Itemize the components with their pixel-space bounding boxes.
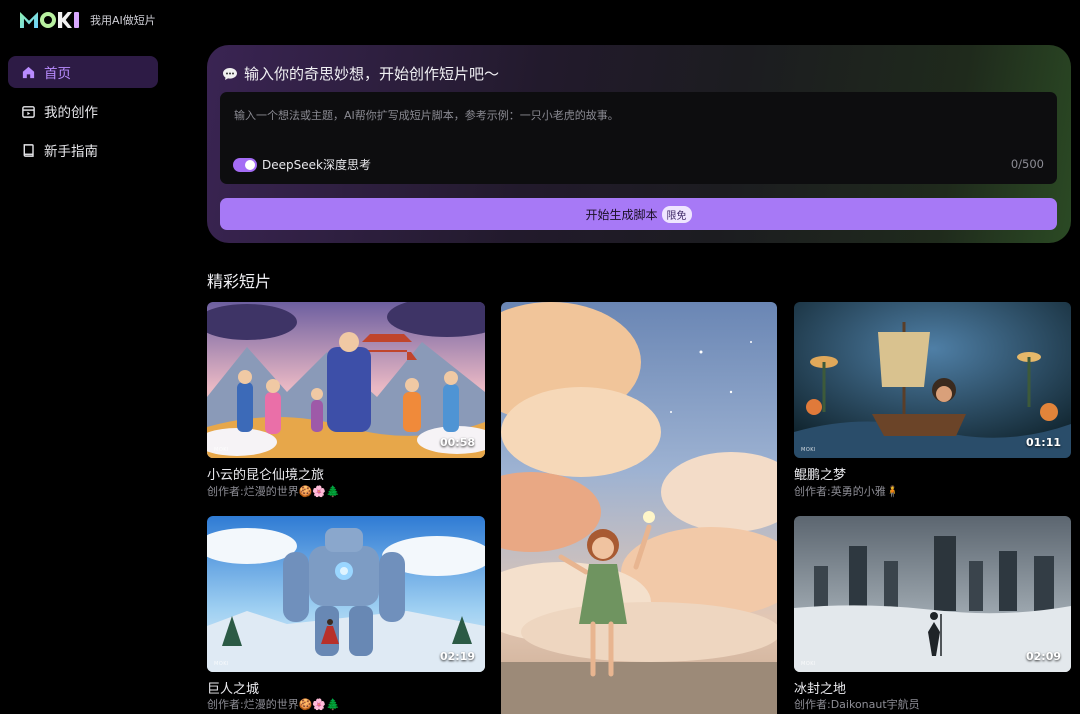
sidebar-item-label: 新手指南 bbox=[44, 144, 98, 160]
video-author[interactable]: 创作者:Daikonaut宇航员 bbox=[794, 696, 920, 712]
idea-input[interactable] bbox=[220, 92, 1057, 152]
creations-icon bbox=[21, 104, 36, 119]
video-thumbnail[interactable]: MOKI 01:11 bbox=[794, 302, 1071, 458]
section-title: 精彩短片 bbox=[207, 272, 272, 291]
generate-script-button[interactable]: 开始生成脚本 限免 bbox=[220, 198, 1057, 230]
sidebar-item-my-creations[interactable]: 我的创作 bbox=[8, 95, 158, 127]
video-thumbnail[interactable]: MOKI 02:19 bbox=[207, 516, 485, 672]
speech-bubble-icon bbox=[223, 67, 237, 80]
char-counter: 0/500 bbox=[1010, 157, 1044, 171]
video-card[interactable] bbox=[501, 302, 777, 714]
video-card[interactable]: MOKI 02:19 巨人之城 创作者:烂漫的世界🍪🌸🌲 bbox=[207, 516, 485, 714]
ship-reef-scene-image bbox=[794, 302, 1071, 458]
guide-book-icon bbox=[21, 143, 36, 158]
video-author[interactable]: 创作者:英勇的小雅🧍 bbox=[794, 483, 899, 499]
generate-button-label: 开始生成脚本 bbox=[585, 207, 658, 222]
prompt-card: 输入你的奇思妙想，开始创作短片吧～ DeepSeek深度思考 0/500 开始生… bbox=[207, 45, 1071, 243]
prompt-input-box: DeepSeek深度思考 0/500 bbox=[220, 92, 1057, 184]
free-badge: 限免 bbox=[661, 205, 692, 223]
video-thumbnail[interactable]: MOKI 00:58 bbox=[207, 302, 485, 458]
video-duration: 00:58 bbox=[439, 436, 475, 449]
deepseek-toggle[interactable]: DeepSeek深度思考 bbox=[233, 156, 371, 173]
video-title[interactable]: 冰封之地 bbox=[794, 678, 846, 697]
sidebar-item-guide[interactable]: 新手指南 bbox=[8, 134, 158, 166]
video-thumbnail[interactable]: MOKI 02:09 bbox=[794, 516, 1071, 672]
kunlun-scene-image bbox=[207, 302, 485, 458]
sidebar-item-label: 我的创作 bbox=[44, 105, 98, 121]
video-thumbnail[interactable] bbox=[501, 302, 777, 714]
girl-clouds-scene-image bbox=[501, 302, 777, 714]
video-author[interactable]: 创作者:烂漫的世界🍪🌸🌲 bbox=[207, 696, 340, 712]
video-duration: 02:09 bbox=[1025, 650, 1061, 663]
video-card[interactable]: MOKI 01:11 鲲鹏之梦 创作者:英勇的小雅🧍 bbox=[794, 302, 1071, 502]
prompt-heading: 输入你的奇思妙想，开始创作短片吧～ bbox=[222, 63, 499, 84]
video-title[interactable]: 巨人之城 bbox=[207, 678, 259, 697]
moki-watermark: MOKI bbox=[214, 447, 230, 453]
sidebar-item-label: 首页 bbox=[44, 66, 71, 82]
deepseek-toggle-label: DeepSeek深度思考 bbox=[262, 158, 371, 172]
giant-robot-scene-image bbox=[207, 516, 485, 672]
sidebar-item-home[interactable]: 首页 bbox=[8, 56, 158, 88]
frozen-city-scene-image bbox=[794, 516, 1071, 672]
brand-logo[interactable]: 我用AI做短片 bbox=[20, 12, 156, 28]
moki-watermark: MOKI bbox=[801, 447, 817, 453]
moki-watermark: MOKI bbox=[214, 661, 230, 667]
moki-logo-mark bbox=[20, 12, 79, 28]
video-author[interactable]: 创作者:烂漫的世界🍪🌸🌲 bbox=[207, 483, 340, 499]
video-title[interactable]: 小云的昆仑仙境之旅 bbox=[207, 464, 324, 483]
prompt-heading-text: 输入你的奇思妙想，开始创作短片吧～ bbox=[244, 65, 500, 83]
brand-tagline: 我用AI做短片 bbox=[90, 14, 156, 27]
moki-watermark: MOKI bbox=[801, 661, 817, 667]
video-card[interactable]: MOKI 02:09 冰封之地 创作者:Daikonaut宇航员 bbox=[794, 516, 1071, 714]
video-duration: 02:19 bbox=[439, 650, 475, 663]
sidebar-nav: 首页 我的创作 新手指南 bbox=[8, 56, 158, 173]
video-title[interactable]: 鲲鹏之梦 bbox=[794, 464, 846, 483]
video-card[interactable]: MOKI 00:58 小云的昆仑仙境之旅 创作者:烂漫的世界🍪🌸🌲 bbox=[207, 302, 485, 502]
home-icon bbox=[21, 65, 36, 80]
toggle-switch[interactable] bbox=[233, 157, 257, 172]
video-duration: 01:11 bbox=[1025, 436, 1061, 449]
